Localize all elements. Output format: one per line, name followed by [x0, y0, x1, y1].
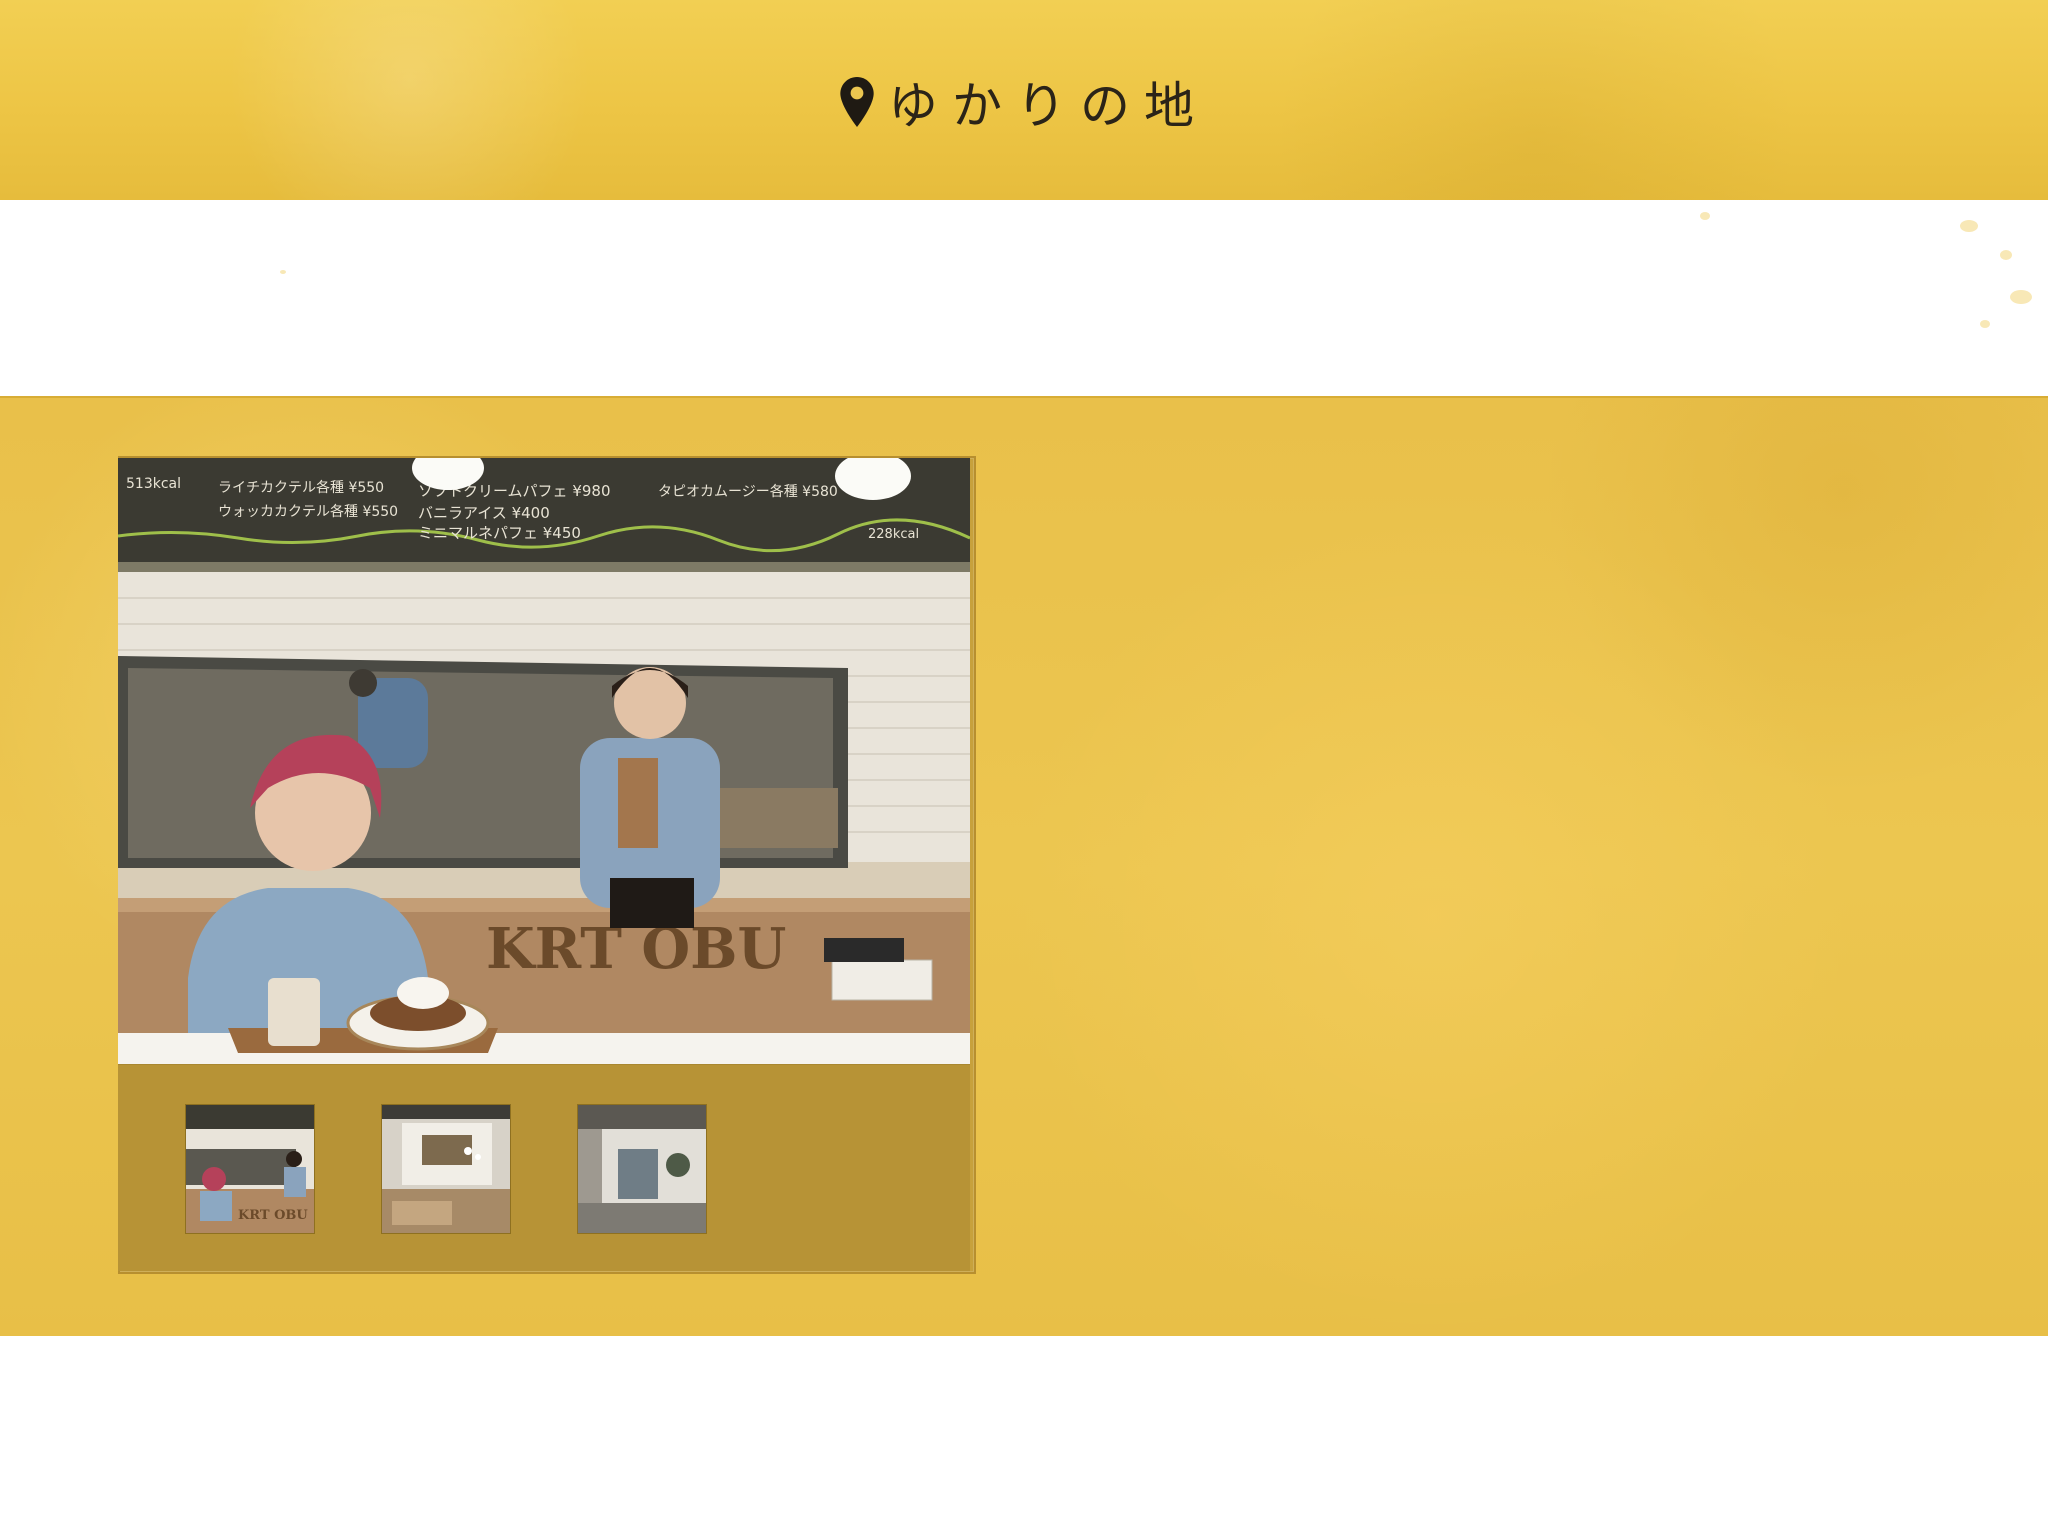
- divider-band: [0, 200, 2048, 396]
- header-band: ゆかりの地: [0, 0, 2048, 202]
- gallery-main-photo[interactable]: 513kcal ライチカクテル各種 ¥550 ウォッカカクテル各種 ¥550 ソ…: [118, 458, 970, 1064]
- speck: [1980, 320, 1990, 328]
- menu-item: ライチカクテル各種 ¥550: [218, 480, 384, 496]
- menu-item: タピオカムージー各種 ¥580: [658, 484, 838, 500]
- thumbnail-image: [382, 1105, 510, 1233]
- menu-item: ミニマルネパフェ ¥450: [418, 524, 581, 542]
- menu-item: バニラアイス ¥400: [418, 504, 550, 522]
- thumbnail-cafe-interior[interactable]: [381, 1104, 511, 1234]
- speck: [1700, 212, 1710, 220]
- cafe-photo: 513kcal ライチカクテル各種 ¥550 ウォッカカクテル各種 ¥550 ソ…: [118, 458, 970, 1064]
- page-title: ゆかりの地: [0, 66, 2048, 138]
- map-pin-icon: [840, 77, 874, 127]
- page-title-text: ゆかりの地: [888, 77, 1208, 135]
- speck: [2000, 250, 2012, 260]
- thumbnail-image: KRT OBU: [186, 1105, 314, 1233]
- speck: [1960, 220, 1978, 232]
- menu-item: 513kcal: [126, 476, 181, 492]
- thumbnail-image: [578, 1105, 706, 1233]
- thumbnail-building-exterior[interactable]: [577, 1104, 707, 1234]
- speck: [2010, 290, 2032, 304]
- speck: [280, 270, 286, 274]
- menu-item: ウォッカカクテル各種 ¥550: [218, 504, 398, 520]
- menu-item: 228kcal: [868, 527, 919, 542]
- footer-band: [0, 1336, 2048, 1536]
- thumbnail-cafe-staff[interactable]: KRT OBU: [185, 1104, 315, 1234]
- thumbnail-sign: KRT OBU: [238, 1208, 308, 1223]
